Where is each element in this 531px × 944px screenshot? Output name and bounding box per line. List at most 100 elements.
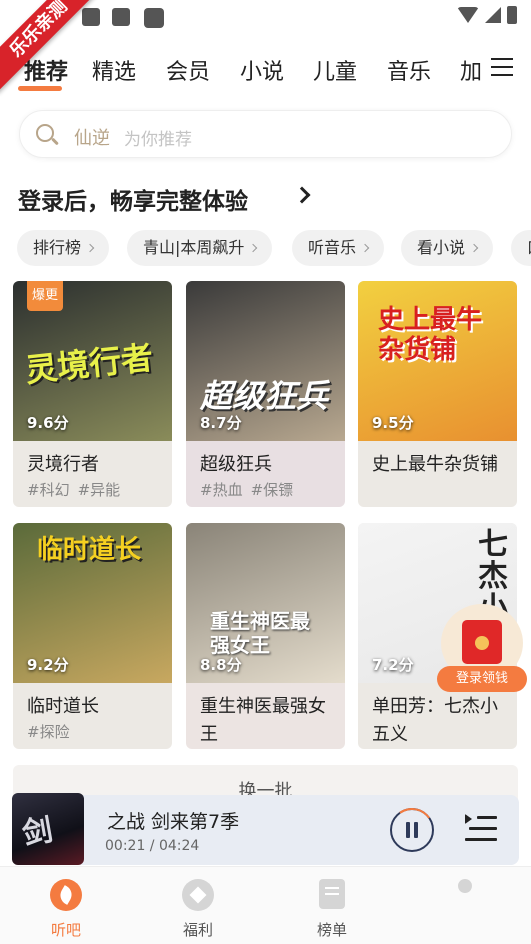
- progress-ring: [386, 804, 438, 856]
- tab-recommend[interactable]: 推荐: [24, 54, 68, 86]
- chevron-right-icon: [469, 243, 479, 253]
- menu-icon[interactable]: [491, 58, 513, 76]
- tab-novels[interactable]: 小说: [240, 54, 284, 86]
- search-bar[interactable]: 仙逆 为你推荐: [19, 110, 512, 158]
- book-card[interactable]: 重生神医最强女王 8.8分 重生神医最强女王: [186, 523, 345, 749]
- nav-label: 榜单: [316, 921, 347, 939]
- card-body: 单田芳：七杰小五义: [358, 683, 517, 749]
- notification-icon: [82, 8, 100, 26]
- chip-qingshan[interactable]: 青山|本周飙升: [127, 230, 273, 266]
- book-tag: #热血: [200, 481, 243, 499]
- chevron-right-icon: [360, 243, 370, 253]
- now-playing-title: 之战 剑来第7季: [107, 811, 240, 833]
- card-body: 灵境行者 #科幻 #异能: [13, 441, 172, 507]
- wifi-icon: [457, 7, 479, 23]
- chip-label: 听音乐: [308, 238, 357, 257]
- book-score: 9.2分: [27, 656, 69, 674]
- book-tags: #科幻 #异能: [27, 479, 128, 500]
- book-card[interactable]: 灵境行者 爆更 9.6分 灵境行者 #科幻 #异能: [13, 281, 172, 507]
- book-tag: #异能: [77, 481, 121, 499]
- playback-time: 00:21 / 04:24: [105, 838, 200, 854]
- search-input[interactable]: 仙逆: [74, 124, 110, 150]
- nav-label: 福利: [182, 921, 213, 939]
- tab-more[interactable]: 加: [460, 54, 482, 86]
- tab-kids[interactable]: 儿童: [313, 54, 357, 86]
- chip-label: 青山|本周飙升: [143, 238, 245, 257]
- cover-title: 超级狂兵: [200, 377, 329, 415]
- book-cover: 重生神医最强女王 8.8分: [186, 523, 345, 683]
- app-a-icon: [112, 8, 130, 26]
- book-cover: 超级狂兵 8.7分: [186, 281, 345, 441]
- book-score: 7.2分: [372, 656, 414, 674]
- leaf-icon: [50, 879, 82, 911]
- pause-icon: [414, 822, 418, 838]
- book-tag: #探险: [27, 723, 70, 741]
- book-title: 史上最牛杂货铺: [372, 454, 498, 475]
- signal-icon: [485, 7, 501, 23]
- chip-label: 排行榜: [33, 238, 82, 257]
- chevron-right-icon: [85, 243, 95, 253]
- pause-button[interactable]: [386, 804, 438, 856]
- cover-title: 史上最牛杂货铺: [378, 305, 483, 365]
- nav-label: 听吧: [50, 921, 81, 939]
- card-body: 超级狂兵 #热血 #保镖: [186, 441, 345, 507]
- app-square-icon: [144, 8, 164, 28]
- chip-label: 看小说: [417, 238, 466, 257]
- card-body: 史上最牛杂货铺: [358, 441, 517, 507]
- cover-title: 临时道长: [37, 535, 142, 565]
- tab-vip[interactable]: 会员: [166, 54, 210, 86]
- category-tabs: 推荐 精选 会员 小说 儿童 音乐 加: [0, 50, 531, 92]
- book-score: 8.8分: [200, 656, 242, 674]
- tab-music[interactable]: 音乐: [387, 54, 431, 86]
- book-cover: 临时道长 9.2分: [13, 523, 172, 683]
- mini-player[interactable]: 剑 之战 剑来第7季 00:21 / 04:24: [12, 793, 519, 865]
- chip-music[interactable]: 听音乐: [292, 230, 385, 266]
- cover-title: 重生神医最强女王: [210, 609, 310, 657]
- book-title: 临时道长: [27, 696, 99, 717]
- reward-label: 登录领钱: [437, 666, 527, 692]
- diamond-icon: [182, 879, 214, 911]
- chip-novels[interactable]: 看小说: [401, 230, 494, 266]
- bottom-nav: 听吧 福利 榜单: [0, 866, 531, 944]
- book-tags: #热血 #保镖: [200, 479, 301, 500]
- tab-featured[interactable]: 精选: [92, 54, 136, 86]
- nav-welfare[interactable]: 福利: [148, 867, 248, 944]
- chevron-right-icon[interactable]: [293, 186, 311, 204]
- book-score: 8.7分: [200, 414, 242, 432]
- book-score: 9.6分: [27, 414, 69, 432]
- search-icon: [36, 124, 59, 146]
- login-prompt[interactable]: 登录后，畅享完整体验: [18, 182, 248, 216]
- red-envelope-icon: [462, 620, 502, 664]
- nav-ranking[interactable]: 榜单: [282, 867, 382, 944]
- nav-listen[interactable]: 听吧: [16, 867, 116, 944]
- profile-dot-icon[interactable]: [458, 879, 472, 893]
- card-body: 重生神医最强女王: [186, 683, 345, 749]
- book-tag: #保镖: [250, 481, 294, 499]
- book-score: 9.5分: [372, 414, 414, 432]
- pause-icon: [406, 822, 410, 838]
- book-cover: 灵境行者 爆更 9.6分: [13, 281, 172, 441]
- hot-badge: 爆更: [27, 281, 63, 311]
- book-tags: #探险: [27, 721, 78, 742]
- book-title: 单田芳：七杰小五义: [372, 696, 498, 745]
- player-cover[interactable]: 剑: [12, 793, 84, 865]
- book-title: 超级狂兵: [200, 454, 272, 475]
- chevron-right-icon: [249, 243, 258, 253]
- book-cover: 史上最牛杂货铺 9.5分: [358, 281, 517, 441]
- login-reward-float[interactable]: 登录领钱: [437, 604, 527, 692]
- book-card[interactable]: 超级狂兵 8.7分 超级狂兵 #热血 #保镖: [186, 281, 345, 507]
- quick-chips: 排行榜 青山|本周飙升 听音乐 看小说 口: [0, 230, 531, 268]
- search-hint: 为你推荐: [124, 130, 192, 150]
- book-card[interactable]: 临时道长 9.2分 临时道长 #探险: [13, 523, 172, 749]
- battery-icon: [507, 6, 517, 24]
- book-tag: #科幻: [27, 481, 70, 499]
- chip-ranking[interactable]: 排行榜: [17, 230, 110, 266]
- book-card[interactable]: 史上最牛杂货铺 9.5分 史上最牛杂货铺: [358, 281, 517, 507]
- chip-label: 口: [527, 238, 531, 257]
- active-tab-indicator: [18, 86, 62, 91]
- cover-glyph: 剑: [19, 812, 56, 853]
- card-body: 临时道长 #探险: [13, 683, 172, 749]
- list-icon: [319, 879, 345, 909]
- chip-more[interactable]: 口: [511, 230, 531, 266]
- playlist-icon[interactable]: [465, 814, 497, 844]
